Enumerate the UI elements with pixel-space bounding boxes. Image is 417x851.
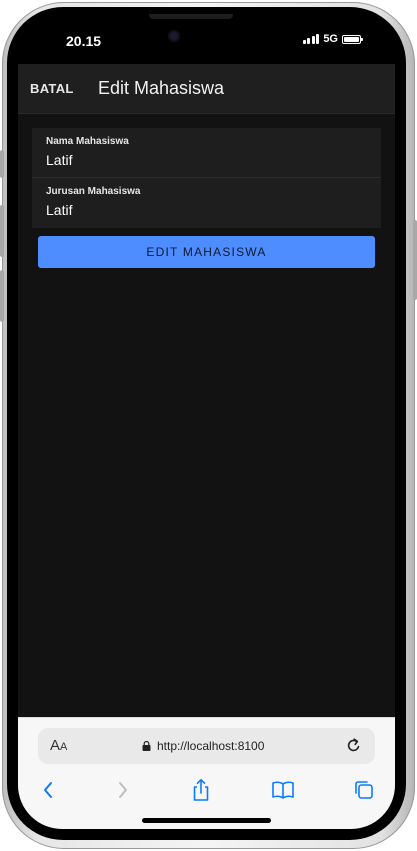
tabs-icon (355, 781, 373, 799)
reader-mode-button[interactable]: AA (50, 737, 67, 754)
front-camera (168, 30, 180, 42)
reader-label-large: A (50, 737, 61, 754)
volume-down-button (0, 270, 4, 322)
major-field-label: Jurusan Mahasiswa (46, 186, 141, 197)
volume-up-button (0, 205, 4, 257)
header-toolbar: BATAL Edit Mahasiswa (18, 64, 395, 114)
edit-form: Nama Mahasiswa Jurusan Mahasiswa (32, 128, 381, 228)
share-icon (193, 779, 209, 801)
status-time: 20.15 (66, 33, 102, 49)
back-button[interactable] (35, 778, 61, 802)
bookmarks-button[interactable] (270, 778, 296, 802)
page-title: Edit Mahasiswa (98, 78, 225, 98)
status-indicators: 5G (302, 33, 363, 45)
battery-icon (342, 34, 363, 44)
reload-icon[interactable] (345, 737, 362, 754)
name-input[interactable] (46, 152, 366, 168)
status-bar: 20.15 5G (18, 14, 395, 64)
phone-screen: 20.15 5G BATAL Edit Mahasiswa Nama Mahas… (18, 14, 395, 829)
forward-button[interactable] (110, 778, 136, 802)
edit-student-button[interactable]: EDIT MAHASISWA (38, 236, 375, 268)
signal-icon (302, 34, 320, 44)
browser-nav-row (18, 776, 395, 806)
home-indicator[interactable] (142, 818, 271, 823)
lock-icon (142, 741, 151, 751)
browser-toolbar: AA http://localhost:8100 (18, 717, 395, 829)
share-button[interactable] (188, 778, 214, 802)
major-field-item: Jurusan Mahasiswa (32, 178, 381, 228)
bookmarks-icon (272, 781, 294, 799)
forward-chevron-icon (119, 782, 127, 798)
network-label: 5G (323, 33, 338, 45)
address-bar[interactable]: AA http://localhost:8100 (38, 728, 375, 764)
major-input[interactable] (46, 202, 366, 218)
speaker-grill (149, 14, 233, 19)
power-button (413, 220, 417, 300)
reader-label-small: A (60, 741, 68, 753)
url-text: http://localhost:8100 (157, 739, 265, 753)
name-field-label: Nama Mahasiswa (46, 136, 129, 147)
mute-switch (0, 150, 4, 178)
back-chevron-icon (44, 782, 52, 798)
cancel-button[interactable]: BATAL (30, 81, 74, 96)
name-field-item: Nama Mahasiswa (32, 128, 381, 178)
tabs-button[interactable] (351, 778, 377, 802)
